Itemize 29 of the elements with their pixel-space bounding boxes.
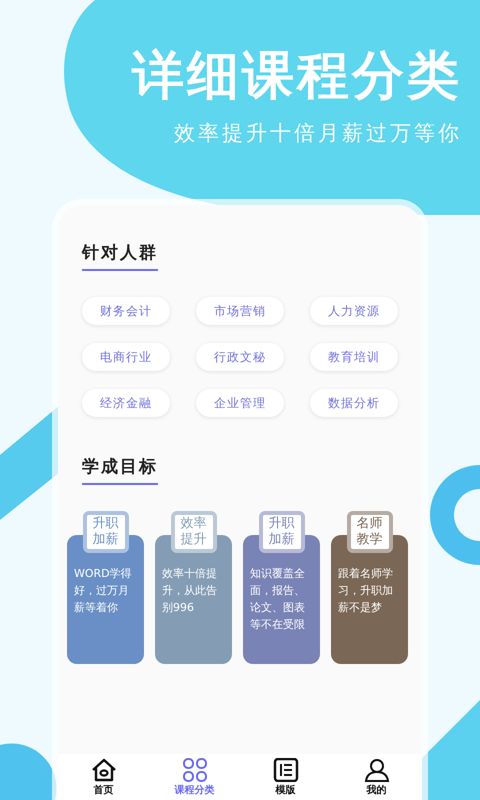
home-icon: [90, 758, 116, 782]
headline: 详细课程分类: [132, 48, 462, 106]
user-icon: [364, 758, 390, 782]
goal-badge: 升职加薪: [82, 511, 128, 553]
audience-tag[interactable]: 经济金融: [82, 389, 170, 417]
tab[interactable]: 课程分类: [149, 754, 240, 800]
section-title: 学成目标: [82, 455, 158, 485]
audience-tag[interactable]: 数据分析: [310, 389, 398, 417]
audience-tag[interactable]: 行政文秘: [196, 343, 284, 371]
audience-tag[interactable]: 电商行业: [82, 343, 170, 371]
tab[interactable]: 我的: [331, 754, 422, 800]
tab[interactable]: 首页: [58, 754, 149, 800]
audience-tag[interactable]: 教育培训: [310, 343, 398, 371]
goal-description: 知识覆盖全面，报告、论文、图表等不在受限: [250, 566, 306, 633]
goal-description: 效率十倍提升，从此告别996: [162, 566, 218, 616]
audience-tag[interactable]: 市场营销: [196, 297, 284, 325]
goal-badge: 升职加薪: [258, 511, 304, 553]
section-title: 针对人群: [82, 241, 158, 271]
audience-tag[interactable]: 财务会计: [82, 297, 170, 325]
list-icon: [272, 758, 298, 782]
goal-description: WORD学得好，过万月薪等着你: [74, 566, 133, 616]
audience-tag[interactable]: 企业管理: [196, 389, 284, 417]
goal-badge: 效率提升: [170, 511, 216, 553]
tab[interactable]: 模版: [240, 754, 331, 800]
goal-badge: 名师教学: [346, 511, 392, 553]
grid-icon: [182, 758, 208, 782]
goal-description: 跟着名师学习，升职加薪不是梦: [338, 566, 394, 616]
subheadline: 效率提升十倍月薪过万等你: [174, 120, 462, 148]
audience-tag[interactable]: 人力资源: [310, 297, 398, 325]
